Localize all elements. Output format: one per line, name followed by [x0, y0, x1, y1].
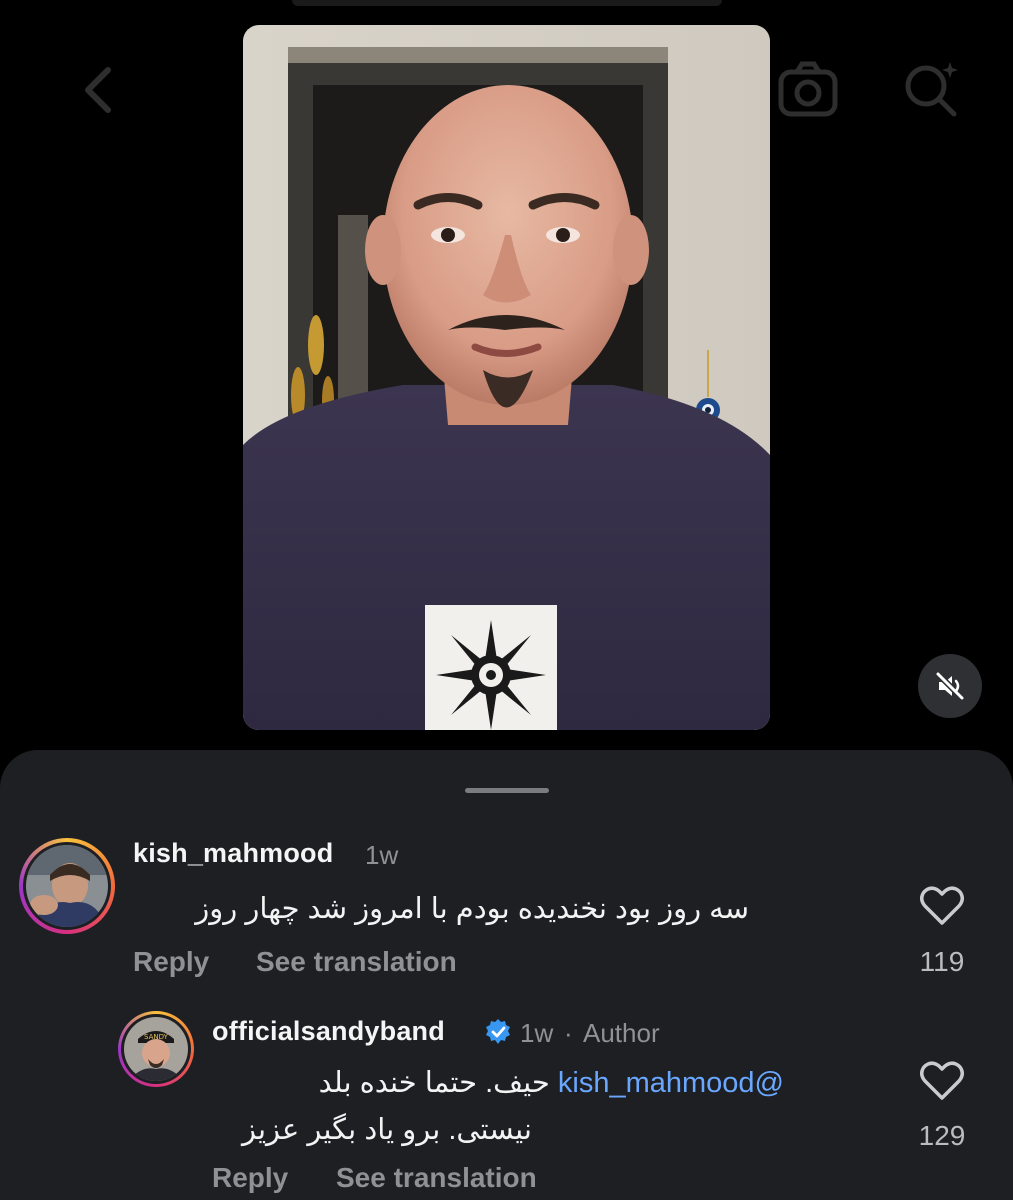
verified-badge-icon	[486, 1019, 510, 1044]
like-heart-icon[interactable]	[919, 885, 965, 927]
reply-text-part: حیف. حتما خنده بلد	[318, 1067, 550, 1099]
avatar[interactable]	[19, 838, 115, 934]
video-player[interactable]	[243, 25, 770, 730]
comments-sheet: kish_mahmood 1w سه روز بود نخندیده بودم …	[0, 750, 1013, 1200]
author-badge: Author	[583, 1018, 660, 1048]
search-sparkle-icon[interactable]	[898, 58, 964, 120]
reply-username[interactable]: officialsandyband	[212, 1016, 445, 1047]
reply-text-line-1: @kish_mahmood حیف. حتما خنده بلد	[212, 1061, 784, 1105]
avatar[interactable]: SANDY	[118, 1011, 194, 1087]
see-translation-button[interactable]: See translation	[336, 1162, 537, 1194]
reply-button[interactable]: Reply	[212, 1162, 288, 1194]
reply-text-line-2: نیستی. برو یاد بگیر عزیز	[241, 1114, 532, 1146]
comment-text: سه روز بود نخندیده بودم با امروز شد چهار…	[195, 893, 749, 925]
like-count: 129	[918, 1120, 966, 1151]
like-count: 119	[919, 946, 965, 977]
like-heart-icon[interactable]	[919, 1060, 965, 1102]
back-icon[interactable]	[70, 60, 130, 120]
comment-username[interactable]: kish_mahmood	[133, 838, 333, 869]
comment-time: 1w	[365, 840, 399, 870]
top-notch	[292, 0, 722, 6]
see-translation-button[interactable]: See translation	[256, 946, 457, 978]
mention-link[interactable]: @kish_mahmood	[558, 1067, 784, 1099]
video-frame-image	[243, 25, 770, 730]
reply-button[interactable]: Reply	[133, 946, 209, 978]
mute-toggle-button[interactable]	[918, 654, 982, 718]
sheet-drag-handle[interactable]	[465, 788, 549, 793]
meta-separator: ·	[564, 1018, 573, 1048]
camera-icon[interactable]	[775, 58, 841, 120]
reply-time: 1w	[520, 1018, 554, 1048]
speaker-muted-icon	[935, 671, 965, 701]
